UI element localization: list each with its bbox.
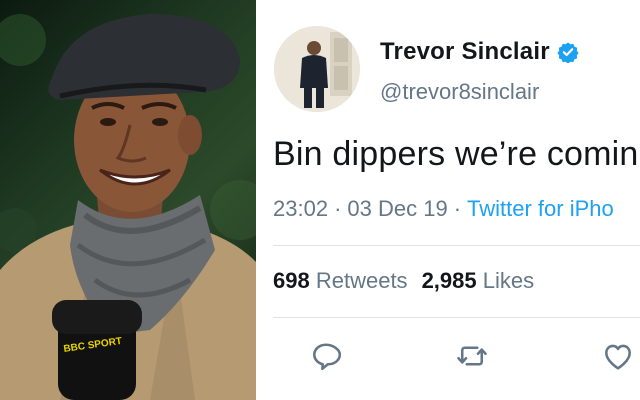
reply-button[interactable]	[308, 338, 344, 374]
user-handle[interactable]: @trevor8sinclair	[380, 79, 539, 105]
pundit-illustration: BBC SPORT	[0, 14, 256, 400]
reply-icon	[313, 343, 342, 371]
pundit-photo: BBC SPORT	[0, 0, 256, 400]
tweet-time[interactable]: 23:02	[273, 196, 328, 221]
tweet-date[interactable]: 03 Dec 19	[347, 196, 447, 221]
tweet-author[interactable]: Trevor Sinclair	[380, 38, 579, 66]
tweet-stats: 698 Retweets 2,985 Likes	[273, 268, 534, 294]
likes-stat[interactable]: 2,985 Likes	[422, 268, 535, 293]
tweet-text: Bin dippers we’re comin	[273, 135, 639, 173]
collage-divider	[256, 0, 266, 400]
tweet-source-link[interactable]: Twitter for iPho	[467, 196, 614, 221]
microphone: BBC SPORT	[52, 300, 142, 400]
retweets-label: Retweets	[315, 268, 408, 293]
like-button[interactable]	[600, 338, 636, 374]
divider-line	[273, 245, 640, 246]
avatar-illustration	[274, 26, 360, 112]
retweet-icon	[457, 346, 487, 366]
divider-line	[273, 317, 640, 318]
likes-count: 2,985	[421, 268, 477, 293]
like-icon	[605, 344, 631, 370]
meta-separator: ·	[334, 196, 342, 221]
profile-avatar[interactable]	[274, 26, 360, 112]
retweet-button[interactable]	[454, 338, 490, 374]
retweets-count: 698	[273, 268, 310, 293]
display-name[interactable]: Trevor Sinclair	[380, 38, 550, 66]
retweets-stat[interactable]: 698 Retweets	[273, 268, 408, 293]
tweet-meta: 23:02 · 03 Dec 19 · Twitter for iPho	[273, 196, 614, 222]
likes-label: Likes	[482, 268, 535, 293]
meta-separator: ·	[453, 196, 462, 221]
verified-badge-icon	[557, 42, 579, 63]
tweet-card: Trevor Sinclair @trevor8sinclair Bin dip…	[266, 0, 640, 400]
